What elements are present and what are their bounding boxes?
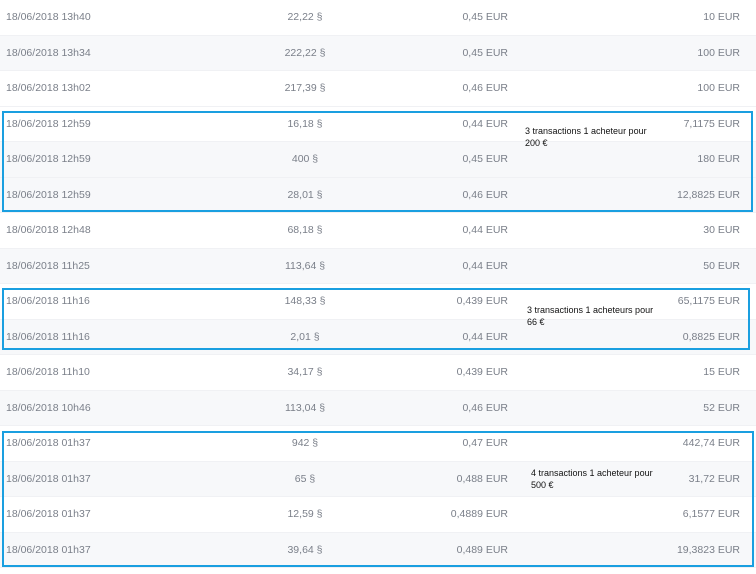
transaction-amount: 2,01 § <box>290 330 320 343</box>
transaction-total: 19,3823 EUR <box>676 543 740 556</box>
annotation-group-1: 3 transactions 1 acheteur pour 200 € <box>525 125 665 149</box>
annotation-line: 500 € <box>531 480 554 490</box>
transaction-total: 7,1175 EUR <box>683 117 740 130</box>
transaction-date: 18/06/2018 12h59 <box>6 117 91 130</box>
transaction-total: 30 EUR <box>703 224 740 236</box>
transaction-price: 0,46 EUR <box>462 82 508 94</box>
transaction-total: 31,72 EUR <box>688 472 740 485</box>
transaction-date: 18/06/2018 01h37 <box>6 472 91 485</box>
transaction-total: 100 EUR <box>697 46 740 59</box>
annotation-line: 66 € <box>527 317 545 327</box>
transaction-date: 18/06/2018 01h37 <box>6 543 91 556</box>
transaction-amount: 400 § <box>291 153 319 165</box>
transaction-total: 50 EUR <box>703 259 740 272</box>
transaction-date: 18/06/2018 11h25 <box>6 259 90 272</box>
transaction-price: 0,45 EUR <box>462 11 508 23</box>
transaction-date: 18/06/2018 01h37 <box>6 508 91 520</box>
transaction-price: 0,488 EUR <box>456 472 508 485</box>
transaction-date: 18/06/2018 11h16 <box>6 330 90 343</box>
transaction-date: 18/06/2018 13h40 <box>6 11 91 23</box>
transaction-date: 18/06/2018 12h59 <box>6 153 91 165</box>
transaction-total: 0,8825 EUR <box>682 330 740 343</box>
transaction-amount: 16,18 § <box>287 117 323 130</box>
transaction-date: 18/06/2018 13h34 <box>6 46 91 59</box>
transaction-price: 0,44 EUR <box>462 117 508 130</box>
transaction-amount: 222,22 § <box>284 46 326 59</box>
transaction-amount: 39,64 § <box>287 543 323 556</box>
transaction-total: 15 EUR <box>703 366 740 378</box>
transaction-price: 0,45 EUR <box>462 46 508 59</box>
transaction-price: 0,46 EUR <box>462 401 508 414</box>
transaction-amount: 65 § <box>294 472 316 485</box>
transaction-amount: 148,33 § <box>284 295 326 307</box>
transaction-price: 0,45 EUR <box>462 153 508 165</box>
transaction-date: 18/06/2018 01h37 <box>6 437 91 449</box>
transaction-price: 0,44 EUR <box>462 259 508 272</box>
transaction-date: 18/06/2018 11h10 <box>6 366 90 378</box>
transaction-amount: 942 § <box>291 437 319 449</box>
table-row: 18/06/2018 12h59 28,01 § 0,46 EUR 12,882… <box>0 177 756 213</box>
transaction-amount: 113,04 § <box>284 401 326 414</box>
annotation-line: 3 transactions 1 acheteur pour <box>525 126 647 136</box>
transaction-amount: 22,22 § <box>287 11 323 23</box>
transaction-total: 180 EUR <box>697 153 740 165</box>
table-row: 18/06/2018 01h37 942 § 0,47 EUR 442,74 E… <box>0 426 756 462</box>
transaction-price: 0,44 EUR <box>462 224 508 236</box>
transaction-amount: 34,17 § <box>287 366 323 378</box>
transaction-price: 0,44 EUR <box>462 330 508 343</box>
transaction-price: 0,439 EUR <box>456 366 508 378</box>
transaction-total: 10 EUR <box>703 11 740 23</box>
transaction-date: 18/06/2018 11h16 <box>6 295 90 307</box>
transaction-total: 65,1175 EUR <box>677 295 740 307</box>
transaction-total: 12,8825 EUR <box>676 188 740 201</box>
transaction-amount: 217,39 § <box>284 82 326 94</box>
transaction-date: 18/06/2018 13h02 <box>6 82 91 94</box>
transaction-price: 0,439 EUR <box>456 295 508 307</box>
table-row: 18/06/2018 01h37 12,59 § 0,4889 EUR 6,15… <box>0 497 756 533</box>
transaction-total: 52 EUR <box>703 401 740 414</box>
transaction-price: 0,46 EUR <box>462 188 508 201</box>
annotation-group-3: 4 transactions 1 acheteur pour 500 € <box>531 467 671 491</box>
table-row: 18/06/2018 10h46 113,04 § 0,46 EUR 52 EU… <box>0 390 756 426</box>
transaction-total: 442,74 EUR <box>682 437 740 449</box>
table-row: 18/06/2018 12h48 68,18 § 0,44 EUR 30 EUR <box>0 213 756 249</box>
transaction-price: 0,47 EUR <box>462 437 508 449</box>
transaction-amount: 68,18 § <box>287 224 323 236</box>
annotation-line: 3 transactions 1 acheteurs pour <box>527 305 654 315</box>
transaction-amount: 12,59 § <box>287 508 323 520</box>
transaction-total: 100 EUR <box>697 82 740 94</box>
transaction-total: 6,1577 EUR <box>682 508 740 520</box>
transaction-amount: 113,64 § <box>284 259 326 272</box>
table-row: 18/06/2018 11h25 113,64 § 0,44 EUR 50 EU… <box>0 248 756 284</box>
transaction-date: 18/06/2018 10h46 <box>6 401 91 414</box>
transaction-amount: 28,01 § <box>287 188 323 201</box>
transaction-price: 0,4889 EUR <box>450 508 508 520</box>
table-row: 18/06/2018 01h37 39,64 § 0,489 EUR 19,38… <box>0 532 756 568</box>
annotation-line: 4 transactions 1 acheteur pour <box>531 468 653 478</box>
table-row: 18/06/2018 13h34 222,22 § 0,45 EUR 100 E… <box>0 35 756 71</box>
table-row: 18/06/2018 13h02 217,39 § 0,46 EUR 100 E… <box>0 71 756 107</box>
transaction-date: 18/06/2018 12h59 <box>6 188 91 201</box>
table-row: 18/06/2018 13h40 22,22 § 0,45 EUR 10 EUR <box>0 0 756 36</box>
table-row: 18/06/2018 11h10 34,17 § 0,439 EUR 15 EU… <box>0 355 756 391</box>
transaction-price: 0,489 EUR <box>456 543 508 556</box>
annotation-line: 200 € <box>525 138 548 148</box>
transaction-date: 18/06/2018 12h48 <box>6 224 91 236</box>
annotation-group-2: 3 transactions 1 acheteurs pour 66 € <box>527 304 667 328</box>
